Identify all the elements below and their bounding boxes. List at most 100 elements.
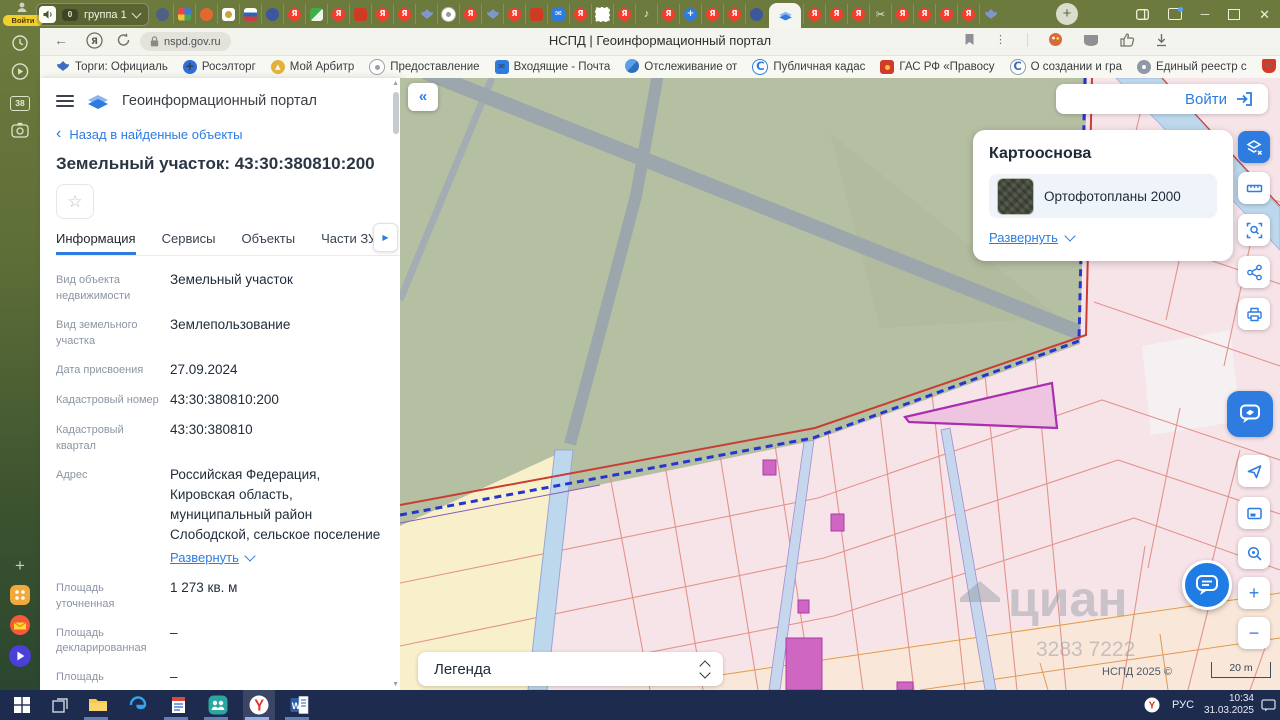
task-view-button[interactable] xyxy=(48,694,72,716)
history-icon[interactable] xyxy=(11,34,29,52)
chat-fab-button[interactable] xyxy=(1182,560,1232,610)
browser-tab[interactable]: Я xyxy=(569,4,591,24)
legend-toggle-icon[interactable] xyxy=(701,662,709,677)
scroll-up-icon[interactable]: ▲ xyxy=(392,80,399,87)
browser-tab[interactable] xyxy=(261,4,283,24)
browser-tab[interactable]: Я xyxy=(723,4,745,24)
layers-toggle-button[interactable] xyxy=(1238,131,1270,163)
map-login-bar[interactable]: Войти xyxy=(1056,84,1268,114)
browser-tab[interactable] xyxy=(195,4,217,24)
edge-button[interactable] xyxy=(126,694,150,716)
maximize-button[interactable] xyxy=(1228,9,1240,20)
browser-tab[interactable]: Я xyxy=(283,4,305,24)
bookmark-item[interactable]: ✉Входящие - Почта xyxy=(495,60,611,74)
extension-shield-icon[interactable] xyxy=(1083,34,1099,46)
bookmark-item[interactable]: ▲Мой Арбитр xyxy=(271,60,354,75)
bookmark-item[interactable]: Торги: Официаль xyxy=(56,59,168,76)
notification-center-button[interactable] xyxy=(1256,694,1280,716)
bookmark-item[interactable]: СПубличная кадас xyxy=(752,59,865,75)
browser-tab[interactable] xyxy=(217,4,239,24)
browser-tab[interactable] xyxy=(525,4,547,24)
browser-tab[interactable] xyxy=(481,4,503,24)
legend-bar[interactable]: Легенда xyxy=(418,652,723,686)
collapse-panel-button[interactable]: « xyxy=(408,83,438,111)
document-app-button[interactable] xyxy=(166,694,190,716)
browser-tab[interactable]: Я xyxy=(825,4,847,24)
side-panel-icon[interactable] xyxy=(1136,9,1149,20)
print-button[interactable] xyxy=(1238,298,1270,330)
browser-tab[interactable] xyxy=(173,4,195,24)
tab-group[interactable]: 0 группа 1 xyxy=(36,3,149,26)
panel-scrollbar[interactable] xyxy=(393,92,399,134)
bookmark-item[interactable]: ГАС РФ «Правосу xyxy=(880,60,994,74)
browser-tab[interactable]: Я xyxy=(701,4,723,24)
back-link[interactable]: ‹ Назад в найденные объекты xyxy=(56,126,388,142)
locate-button[interactable] xyxy=(1238,455,1270,487)
tab-Сервисы[interactable]: Сервисы xyxy=(162,225,216,255)
browser-tab[interactable] xyxy=(349,4,371,24)
browser-tab[interactable] xyxy=(305,4,327,24)
measure-ruler-button[interactable] xyxy=(1238,172,1270,204)
file-explorer-button[interactable] xyxy=(86,694,110,716)
browser-tab[interactable]: Я xyxy=(327,4,349,24)
browser-tab[interactable] xyxy=(239,4,261,24)
browser-tab[interactable]: Я xyxy=(657,4,679,24)
more-menu-icon[interactable]: ⋮ xyxy=(995,33,1007,46)
refresh-icon[interactable] xyxy=(116,32,131,48)
browser-tab[interactable]: Я xyxy=(847,4,869,24)
tab-Объекты[interactable]: Объекты xyxy=(241,225,295,255)
bookmarks-overflow[interactable]: » xyxy=(1265,57,1272,72)
tabs-scroll-right-button[interactable]: ▶ xyxy=(373,223,398,252)
bookmark-item[interactable]: Отслеживание от xyxy=(625,59,737,76)
browser-tab[interactable]: Я xyxy=(957,4,979,24)
browser-tab[interactable]: ✉ xyxy=(547,4,569,24)
back-icon[interactable]: ← xyxy=(54,32,68,48)
browser-tab[interactable]: Я xyxy=(459,4,481,24)
browser-tab[interactable]: ♪ xyxy=(635,4,657,24)
zoom-in-button[interactable]: + xyxy=(1238,577,1270,609)
browser-tab[interactable]: Я xyxy=(935,4,957,24)
browser-tab[interactable]: Я xyxy=(613,4,635,24)
basemap-expand-link[interactable]: Развернуть xyxy=(989,230,1074,245)
browser-tab[interactable] xyxy=(152,4,173,24)
browser-tab[interactable] xyxy=(437,4,459,24)
panorama-button[interactable] xyxy=(1227,391,1273,437)
browser-tab[interactable]: Я xyxy=(891,4,913,24)
extension-color-icon[interactable] xyxy=(1048,32,1063,47)
browser-tab[interactable] xyxy=(979,4,1001,24)
address-expand-link[interactable]: Развернуть xyxy=(170,548,254,568)
tab-panel-icon[interactable] xyxy=(1168,8,1182,20)
people-app-button[interactable] xyxy=(206,694,230,716)
browser-tab[interactable] xyxy=(591,4,613,24)
bookmark-icon[interactable] xyxy=(964,33,975,46)
zoom-out-button[interactable]: − xyxy=(1238,617,1270,649)
browser-tab[interactable]: Я xyxy=(393,4,415,24)
language-indicator[interactable]: РУС xyxy=(1172,699,1194,711)
start-button[interactable] xyxy=(10,694,34,716)
menu-icon[interactable] xyxy=(56,95,74,107)
tab-group-collapse-icon[interactable] xyxy=(131,8,141,18)
share-button[interactable] xyxy=(1238,256,1270,288)
object-search-button[interactable] xyxy=(1238,537,1270,569)
bookmark-item[interactable]: CО создании и гра xyxy=(1010,59,1122,75)
browser-tab[interactable] xyxy=(745,4,767,24)
address-bar[interactable]: nspd.gov.ru xyxy=(140,32,231,51)
browser-tab[interactable]: ✂ xyxy=(869,4,891,24)
download-icon[interactable] xyxy=(1155,33,1168,47)
minimize-button[interactable]: ─ xyxy=(1201,8,1210,20)
tab-Информация[interactable]: Информация xyxy=(56,225,136,255)
tab-audio-icon[interactable] xyxy=(39,6,56,23)
bookmark-item[interactable]: +Росэлторг xyxy=(183,60,256,74)
browser-tab[interactable]: + xyxy=(679,4,701,24)
bookmark-item[interactable]: Единый реестр с xyxy=(1137,60,1247,74)
profile-icon[interactable] xyxy=(16,1,28,13)
browser-tab[interactable]: Я xyxy=(503,4,525,24)
tab-group-name[interactable]: группа 1 xyxy=(84,9,127,21)
new-tab-button[interactable]: + xyxy=(1056,3,1078,25)
browser-tab[interactable]: Я xyxy=(371,4,393,24)
word-button[interactable]: W xyxy=(287,694,311,716)
favorite-star-button[interactable]: ☆ xyxy=(56,184,94,219)
active-tab[interactable] xyxy=(769,3,801,28)
bookmark-item[interactable]: Предоставление xyxy=(369,59,479,75)
tray-app-icon[interactable]: Y xyxy=(1140,694,1164,716)
